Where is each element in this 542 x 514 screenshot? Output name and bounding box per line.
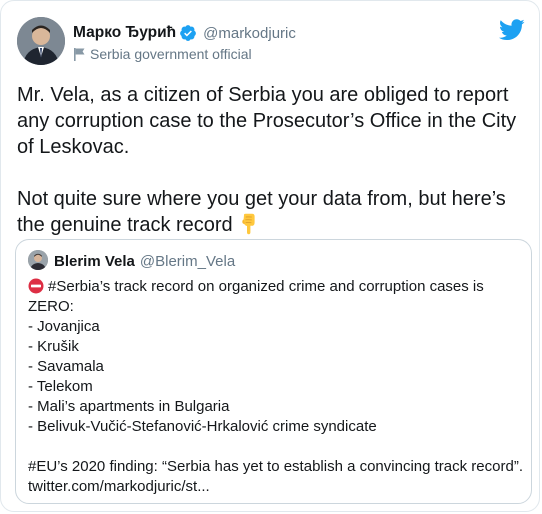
no-entry-icon [28,278,44,294]
verified-badge-icon [180,25,196,41]
quoted-intro: #Serbia’s track record on organized crim… [28,277,523,317]
author-handle[interactable]: @markodjuric [203,25,296,42]
list-item: - Telekom [28,378,93,395]
list-item: - Belivuk-Vučić-Stefanović-Hrkalović cri… [28,418,377,435]
tweet-paragraph-text: Not quite sure where you get your data f… [17,188,506,236]
tweet-paragraph: Mr. Vela, as a citizen of Serbia you are… [17,84,517,158]
twitter-bird-icon[interactable] [499,19,525,41]
quoted-author-avatar[interactable] [28,250,48,270]
government-label: Serbia government official [73,46,252,62]
author-display-name[interactable]: Марко Ђурић [73,24,176,42]
quoted-list: - Jovanjica - Krušik - Savamala - Teleko… [28,317,523,437]
quoted-finding: #EU’s 2020 finding: “Serbia has yet to e… [28,458,523,475]
tweet-card[interactable]: Марко Ђурић @markodjuric Serbia governme… [0,0,540,512]
backhand-index-pointing-down-icon [241,213,255,235]
quoted-author-handle[interactable]: @Blerim_Vela [140,253,235,270]
quoted-link[interactable]: twitter.com/markodjuric/st... [28,477,523,497]
quoted-tweet-body: #Serbia’s track record on organized crim… [28,277,523,497]
tweet-paragraph: Not quite sure where you get your data f… [17,186,527,238]
list-item: - Mali’s apartments in Bulgaria [28,398,230,415]
author-avatar[interactable] [17,17,65,65]
government-label-text: Serbia government official [90,46,252,62]
quoted-author-display-name[interactable]: Blerim Vela [54,253,135,270]
quoted-tweet[interactable]: Blerim Vela @Blerim_Vela #Serbia’s track… [15,239,532,504]
list-item: - Jovanjica [28,318,100,335]
tweet-body: Mr. Vela, as a citizen of Serbia you are… [17,82,527,238]
list-item: - Savamala [28,358,104,375]
flag-icon [74,48,85,61]
list-item: - Krušik [28,338,79,355]
quoted-intro-text: #Serbia’s track record on organized crim… [28,278,484,315]
